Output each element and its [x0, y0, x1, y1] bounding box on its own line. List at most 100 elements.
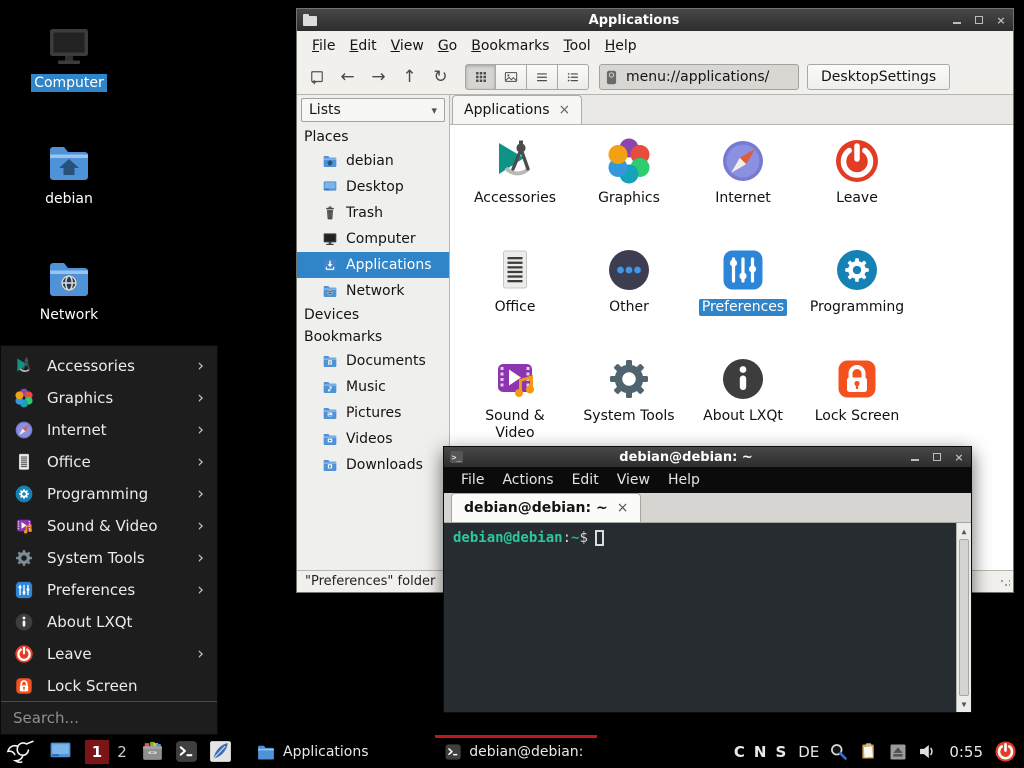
tab-close-icon[interactable]: × [559, 102, 571, 118]
maximize-button[interactable] [973, 14, 985, 26]
forward-button[interactable]: → [364, 64, 393, 90]
grid-item-accessories[interactable]: Accessories [458, 137, 572, 246]
desktop-settings-button[interactable]: DesktopSettings [807, 64, 950, 90]
menu-file[interactable]: File [452, 472, 493, 488]
lxqt-bird-icon[interactable] [6, 737, 36, 767]
view-mode-group [465, 64, 589, 90]
sidebar-item-videos[interactable]: Videos [297, 426, 449, 452]
clock[interactable]: 0:55 [949, 743, 983, 761]
sidebar-item-music[interactable]: Music [297, 374, 449, 400]
grid-item-leave[interactable]: Leave [800, 137, 914, 246]
minimize-button[interactable] [951, 14, 963, 26]
scroll-up-icon[interactable]: ▲ [957, 524, 971, 538]
menu-item-accessories[interactable]: Accessories › [1, 350, 217, 382]
sidebar-item-documents[interactable]: Documents [297, 348, 449, 374]
menu-item-system-tools[interactable]: System Tools › [1, 542, 217, 574]
grid-item-office[interactable]: Office [458, 246, 572, 355]
menu-edit[interactable]: Edit [563, 472, 608, 488]
menu-help[interactable]: Help [659, 472, 709, 488]
terminal-output[interactable]: debian@debian:~$ ▲ ▼ [444, 523, 971, 712]
eject-icon[interactable] [888, 742, 908, 762]
sidebar-item-debian[interactable]: debian [297, 148, 449, 174]
scroll-down-icon[interactable]: ▼ [957, 697, 971, 711]
menu-edit[interactable]: Edit [342, 35, 383, 57]
scrollbar-thumb[interactable] [959, 539, 969, 696]
resize-grip[interactable] [1000, 579, 1010, 589]
about-icon [14, 612, 34, 632]
grid-item-graphics[interactable]: Graphics [572, 137, 686, 246]
scroll-indicator[interactable]: S [775, 743, 786, 761]
reload-button[interactable]: ↻ [426, 64, 455, 90]
menu-item-preferences[interactable]: Preferences › [1, 574, 217, 606]
menu-actions[interactable]: Actions [493, 472, 562, 488]
menu-go[interactable]: Go [431, 35, 464, 57]
tab-applications[interactable]: Applications × [452, 95, 582, 124]
magnifier-icon[interactable] [828, 741, 849, 762]
window-folder-icon [303, 14, 317, 26]
task-applications[interactable]: Applications [247, 735, 435, 768]
menu-bookmarks[interactable]: Bookmarks [464, 35, 556, 57]
caps-indicator[interactable]: C [734, 743, 745, 761]
desktop-icon-debian[interactable]: debian [30, 138, 108, 208]
grid-item-programming[interactable]: Programming [800, 246, 914, 355]
grid-item-other[interactable]: Other [572, 246, 686, 355]
menu-item-internet[interactable]: Internet › [1, 414, 217, 446]
featherpad-icon[interactable] [208, 739, 233, 764]
volume-icon[interactable] [917, 741, 938, 762]
workspace-1-button[interactable]: 1 [85, 740, 109, 764]
detailed-view-button[interactable] [558, 64, 589, 90]
menu-help[interactable]: Help [598, 35, 644, 57]
minimize-button[interactable] [909, 451, 921, 463]
terminal-icon: >_ [450, 451, 463, 463]
icon-view-button[interactable] [465, 64, 496, 90]
sidebar-mode-select[interactable]: Lists ▾ [301, 98, 445, 122]
sidebar-item-downloads[interactable]: Downloads [297, 452, 449, 478]
applications-icon [322, 257, 338, 273]
num-indicator[interactable]: N [754, 743, 767, 761]
file-manager-titlebar[interactable]: Applications × [297, 9, 1013, 31]
menu-search-input[interactable]: Search... [1, 701, 217, 734]
menu-tool[interactable]: Tool [556, 35, 597, 57]
close-button[interactable]: × [953, 451, 965, 463]
sidebar-item-desktop[interactable]: Desktop [297, 174, 449, 200]
terminal-titlebar[interactable]: >_ debian@debian: ~ × [444, 447, 971, 467]
sidebar-item-applications[interactable]: Applications [297, 252, 449, 278]
close-button[interactable]: × [995, 14, 1007, 26]
thumbnail-view-button[interactable] [496, 64, 527, 90]
clipboard-icon[interactable] [858, 741, 879, 762]
menu-view[interactable]: View [608, 472, 659, 488]
file-manager-icon[interactable] [140, 739, 165, 764]
keyboard-layout[interactable]: DE [798, 743, 819, 761]
tab-close-icon[interactable]: × [617, 500, 629, 516]
path-bar[interactable]: menu://applications/ [599, 64, 799, 90]
menu-item-about-lxqt[interactable]: About LXQt [1, 606, 217, 638]
menu-item-leave[interactable]: Leave › [1, 638, 217, 670]
menu-view[interactable]: View [384, 35, 431, 57]
menu-file[interactable]: File [305, 35, 342, 57]
menu-item-office[interactable]: Office › [1, 446, 217, 478]
terminal-scrollbar[interactable]: ▲ ▼ [956, 523, 971, 712]
grid-item-internet[interactable]: Internet [686, 137, 800, 246]
menu-item-programming[interactable]: Programming › [1, 478, 217, 510]
sidebar-item-pictures[interactable]: Pictures [297, 400, 449, 426]
workspace-2-button[interactable]: 2 [113, 740, 131, 764]
back-button[interactable]: ← [333, 64, 362, 90]
sidebar-item-computer[interactable]: Computer [297, 226, 449, 252]
task-terminal[interactable]: debian@debian: ~ [435, 735, 597, 768]
sidebar-item-trash[interactable]: Trash [297, 200, 449, 226]
sidebar-item-network[interactable]: Network [297, 278, 449, 304]
grid-item-preferences[interactable]: Preferences [686, 246, 800, 355]
desktop-icon-computer[interactable]: Computer [30, 22, 108, 92]
terminal-icon[interactable] [174, 739, 199, 764]
power-icon[interactable] [994, 740, 1017, 763]
compact-view-button[interactable] [527, 64, 558, 90]
maximize-button[interactable] [931, 451, 943, 463]
menu-item-graphics[interactable]: Graphics › [1, 382, 217, 414]
new-tab-button[interactable] [302, 64, 331, 90]
menu-item-lock-screen[interactable]: Lock Screen [1, 670, 217, 702]
show-desktop-icon[interactable] [48, 739, 73, 764]
menu-item-sound-video[interactable]: Sound & Video › [1, 510, 217, 542]
up-button[interactable]: ↑ [395, 64, 424, 90]
terminal-tab[interactable]: debian@debian: ~ × [451, 493, 641, 522]
desktop-icon-network[interactable]: Network [30, 254, 108, 324]
